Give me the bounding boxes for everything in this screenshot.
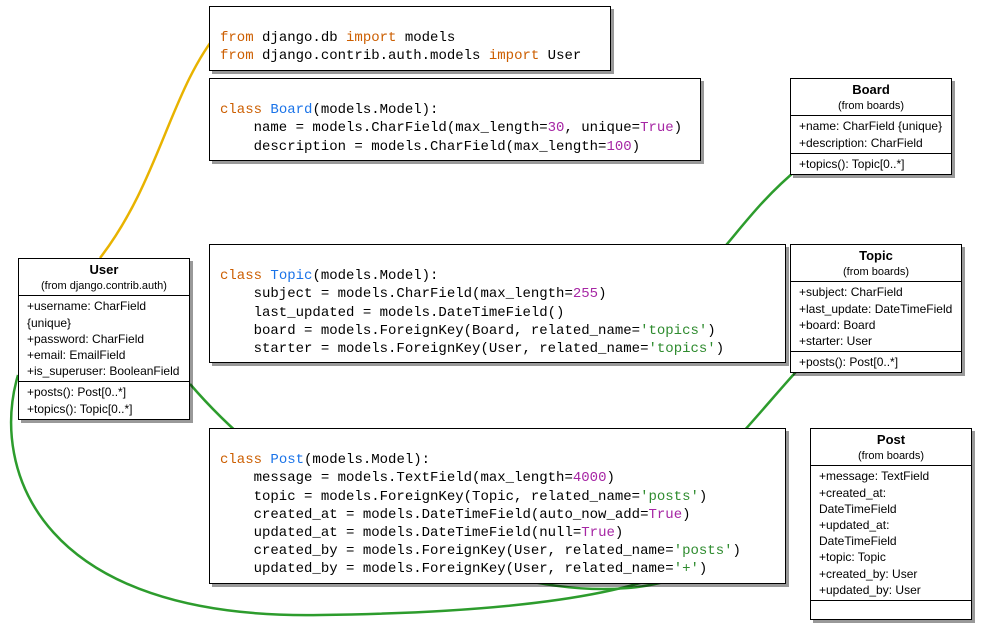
imports-code: from django.db import models from django… (209, 6, 611, 71)
uml-method: +posts(): Post[0..*] (27, 384, 181, 400)
uml-topic-sub: (from boards) (799, 265, 953, 280)
uml-method: +topics(): Topic[0..*] (27, 401, 181, 417)
uml-post: Post (from boards) +message: TextField +… (810, 428, 972, 620)
uml-topic: Topic (from boards) +subject: CharField … (790, 244, 962, 373)
uml-attr: +updated_at: DateTimeField (819, 517, 963, 549)
uml-attr: +created_by: User (819, 566, 963, 582)
uml-attr: +subject: CharField (799, 284, 953, 300)
uml-user-title: User (27, 261, 181, 279)
uml-attr: +name: CharField {unique} (799, 118, 943, 134)
uml-attr: +description: CharField (799, 135, 943, 151)
uml-method: +posts(): Post[0..*] (799, 354, 953, 370)
uml-attr: +created_at: DateTimeField (819, 485, 963, 517)
uml-attr: +message: TextField (819, 468, 963, 484)
uml-attr: +starter: User (799, 333, 953, 349)
uml-user: User (from django.contrib.auth) +usernam… (18, 258, 190, 420)
uml-attr: +updated_by: User (819, 582, 963, 598)
uml-attr: +username: CharField {unique} (27, 298, 181, 330)
uml-board: Board (from boards) +name: CharField {un… (790, 78, 952, 175)
uml-post-sub: (from boards) (819, 449, 963, 464)
uml-board-sub: (from boards) (799, 99, 943, 114)
topic-code: class Topic(models.Model): subject = mod… (209, 244, 786, 363)
uml-attr: +board: Board (799, 317, 953, 333)
uml-topic-title: Topic (799, 247, 953, 265)
uml-method: +topics(): Topic[0..*] (799, 156, 943, 172)
uml-attr: +password: CharField (27, 331, 181, 347)
uml-user-sub: (from django.contrib.auth) (27, 279, 181, 294)
uml-board-title: Board (799, 81, 943, 99)
uml-attr: +email: EmailField (27, 347, 181, 363)
board-code: class Board(models.Model): name = models… (209, 78, 701, 161)
uml-post-title: Post (819, 431, 963, 449)
uml-attr: +is_superuser: BooleanField (27, 363, 181, 379)
post-code: class Post(models.Model): message = mode… (209, 428, 786, 584)
uml-attr: +topic: Topic (819, 549, 963, 565)
uml-attr: +last_update: DateTimeField (799, 301, 953, 317)
